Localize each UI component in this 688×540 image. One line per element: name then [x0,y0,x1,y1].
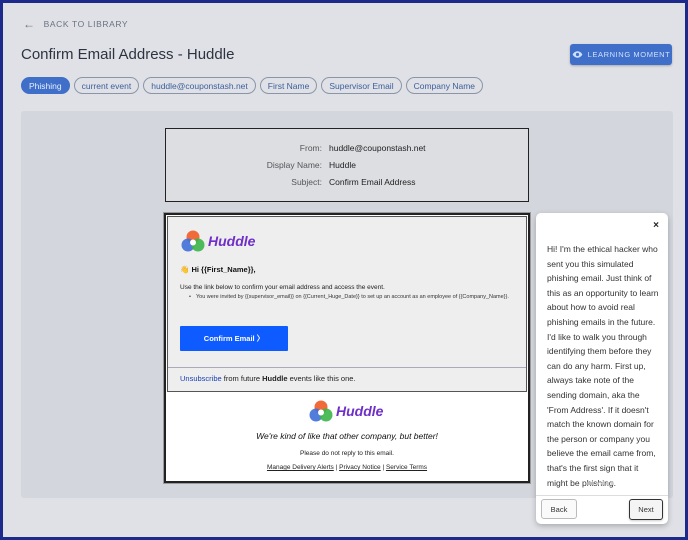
learning-moment-label: LEARNING MOMENT [587,50,671,59]
learning-moment-button[interactable]: LEARNING MOMENT [570,44,672,65]
eye-icon [572,51,582,58]
step-dot [601,482,604,485]
display-name-value: Huddle [329,160,356,170]
step-dot [587,482,594,485]
tag-sender-address[interactable]: huddle@couponstash.net [143,77,256,94]
manage-alerts-link[interactable]: Manage Delivery Alerts [267,464,334,471]
tag-list: Phishing current event huddle@couponstas… [21,77,484,94]
confirm-email-button[interactable]: Confirm Email 〉 [180,326,288,351]
email-footer: Huddle We're kind of like that other com… [166,395,528,481]
service-terms-link[interactable]: Service Terms [386,464,427,471]
close-icon[interactable]: × [653,220,659,231]
footer-logo-text: Huddle [336,403,384,419]
footer-links: Manage Delivery Alerts | Privacy Notice … [166,464,528,471]
unsub-text-1: from future [221,374,263,383]
tagline: We're kind of like that other company, b… [256,431,438,441]
email-main-section: Huddle 👋 Hi {{First_Name}}, Use the link… [167,216,527,392]
step-indicator [587,482,614,485]
tag-first-name[interactable]: First Name [259,77,318,94]
tag-supervisor-email[interactable]: Supervisor Email [321,77,402,94]
unsub-text-2: events like this one. [287,374,356,383]
tag-current-event[interactable]: current event [73,77,140,94]
learning-tooltip: × Hi! I'm the ethical hacker who sent yo… [536,213,668,524]
step-dot [596,482,599,485]
back-button[interactable]: Back [541,499,577,519]
from-value: huddle@couponstash.net [329,143,426,153]
app-frame: ← BACK TO LIBRARY Confirm Email Address … [0,0,688,540]
unsub-brand: Huddle [262,374,288,383]
huddle-logo-icon [309,400,333,422]
invite-bullet: You were invited by {{supervisor_email}}… [189,294,516,301]
display-name-label: Display Name: [266,160,322,170]
from-label: From: [299,143,322,153]
divider [536,495,668,496]
page-title: Confirm Email Address - Huddle [21,46,235,63]
step-dot [606,482,609,485]
back-label: BACK TO LIBRARY [43,19,129,29]
back-to-library-link[interactable]: ← BACK TO LIBRARY [23,17,128,31]
huddle-logo-icon [181,230,205,252]
tag-company-name[interactable]: Company Name [405,77,484,94]
step-dot [611,482,614,485]
wave-icon: 👋 [180,265,190,274]
next-button[interactable]: Next [629,499,663,520]
email-body-text: Use the link below to confirm your email… [180,284,385,291]
subject-label: Subject: [291,177,322,187]
huddle-logo: Huddle [180,229,255,253]
tooltip-message: Hi! I'm the ethical hacker who sent you … [547,244,659,488]
privacy-notice-link[interactable]: Privacy Notice [339,464,381,471]
subject-value: Confirm Email Address [329,177,416,187]
unsubscribe-line: Unsubscribe from future Huddle events li… [180,374,356,383]
email-envelope-header: From: huddle@couponstash.net Display Nam… [165,128,529,202]
divider [168,367,526,368]
arrow-left-icon: ← [23,17,36,31]
greeting: 👋 Hi {{First_Name}}, [180,265,256,274]
unsubscribe-link[interactable]: Unsubscribe [180,374,222,383]
no-reply-notice: Please do not reply to this email. [300,450,394,457]
footer-huddle-logo: Huddle [308,399,383,423]
tag-phishing[interactable]: Phishing [21,77,70,94]
huddle-logo-text: Huddle [208,233,256,249]
email-body-preview: Huddle 👋 Hi {{First_Name}}, Use the link… [164,213,530,483]
greeting-text: Hi {{First_Name}}, [191,265,256,274]
